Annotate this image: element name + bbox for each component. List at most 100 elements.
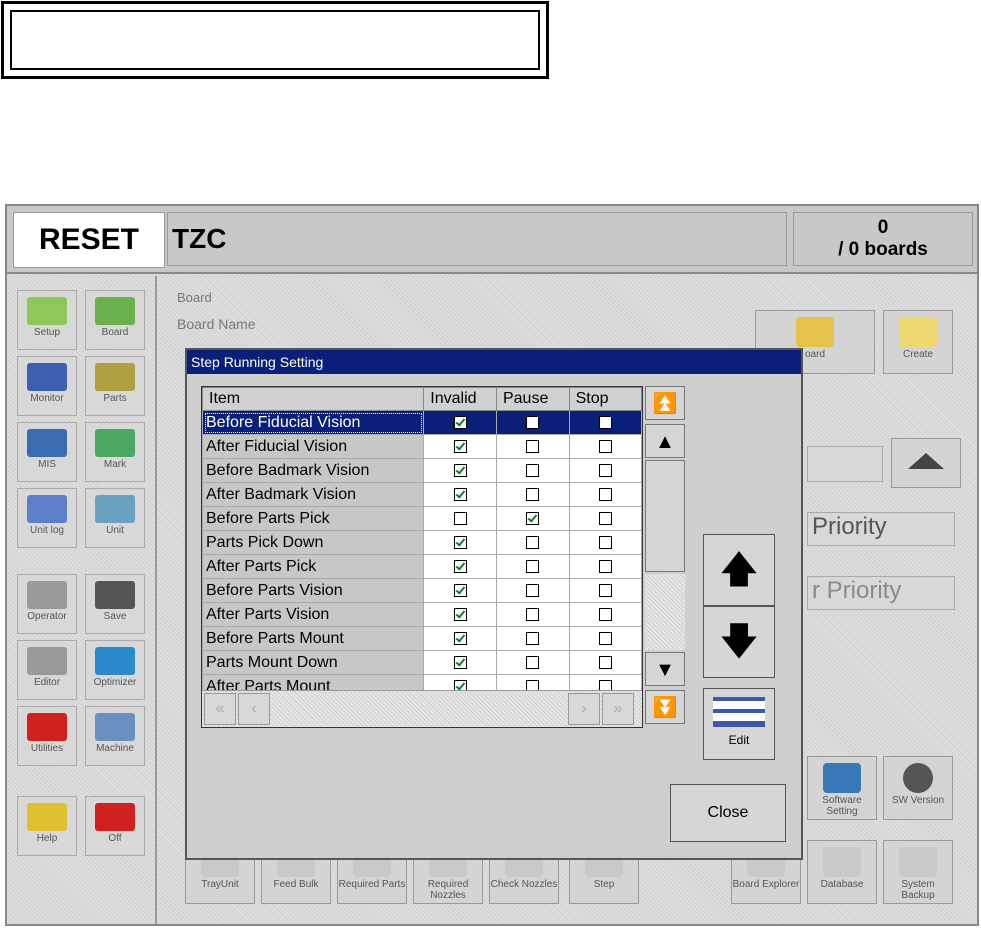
table-row[interactable]: Parts Pick Down xyxy=(202,530,642,555)
invalid-checkbox[interactable] xyxy=(453,559,467,573)
stop-checkbox[interactable] xyxy=(598,607,612,621)
sidebar-item-board[interactable]: Board xyxy=(85,290,145,350)
pause-checkbox[interactable] xyxy=(526,463,540,477)
table-row[interactable]: Before Badmark Vision xyxy=(202,458,642,483)
stop-checkbox[interactable] xyxy=(598,487,612,501)
sidebar-item-unit-log[interactable]: Unit log xyxy=(17,488,77,548)
scroll-last-icon[interactable]: » xyxy=(602,693,634,725)
invalid-checkbox[interactable] xyxy=(453,439,467,453)
priority-select-2[interactable]: r Priority xyxy=(807,576,955,610)
sidebar-item-setup[interactable]: Setup xyxy=(17,290,77,350)
table-row[interactable]: Before Parts Vision xyxy=(202,578,642,603)
stop-checkbox[interactable] xyxy=(598,631,612,645)
invalid-checkbox[interactable] xyxy=(453,607,467,621)
pause-checkbox[interactable] xyxy=(526,535,540,549)
scroll-right-icon[interactable]: › xyxy=(568,693,600,725)
sidebar-item-off[interactable]: Off xyxy=(85,796,145,856)
sidebar-item-utilities[interactable]: Utilities xyxy=(17,706,77,766)
sidebar-item-editor[interactable]: Editor xyxy=(17,640,77,700)
value-field[interactable] xyxy=(807,446,883,482)
sw-version-button[interactable]: SW Version xyxy=(883,756,953,820)
invalid-checkbox[interactable] xyxy=(453,511,467,525)
move-up-button[interactable]: 🡅 xyxy=(703,534,775,606)
priority-select[interactable]: Priority xyxy=(807,512,955,546)
sidebar-item-unit[interactable]: Unit xyxy=(85,488,145,548)
stop-checkbox[interactable] xyxy=(598,439,612,453)
scroll-track[interactable] xyxy=(645,574,685,650)
invalid-checkbox[interactable] xyxy=(453,583,467,597)
pause-checkbox[interactable] xyxy=(526,511,540,525)
step-item-name[interactable]: After Badmark Vision xyxy=(202,482,425,507)
invalid-checkbox[interactable] xyxy=(453,487,467,501)
sidebar-item-mark[interactable]: Mark xyxy=(85,422,145,482)
sidebar-item-monitor[interactable]: Monitor xyxy=(17,356,77,416)
close-button[interactable]: Close xyxy=(670,784,786,842)
pause-checkbox[interactable] xyxy=(526,559,540,573)
step-item-name[interactable]: Before Badmark Vision xyxy=(202,458,425,483)
stop-checkbox[interactable] xyxy=(598,511,612,525)
invalid-checkbox[interactable] xyxy=(453,463,467,477)
scroll-top-icon[interactable]: ⏫ xyxy=(645,386,685,420)
table-row[interactable]: Before Parts Pick xyxy=(202,506,642,531)
scroll-down-icon[interactable]: ▼ xyxy=(645,652,685,686)
step-item-name[interactable]: Before Parts Vision xyxy=(202,578,425,603)
pause-checkbox[interactable] xyxy=(526,439,540,453)
vertical-scrollbar[interactable]: ⏫ ▲ ▼ ⏬ xyxy=(645,386,685,728)
sidebar-item-save[interactable]: Save xyxy=(85,574,145,634)
step-item-name[interactable]: After Fiducial Vision xyxy=(202,434,425,459)
col-invalid[interactable]: Invalid xyxy=(423,387,497,411)
scroll-bottom-icon[interactable]: ⏬ xyxy=(645,690,685,724)
table-row[interactable]: Before Fiducial Vision xyxy=(202,410,642,435)
scroll-up-icon[interactable]: ▲ xyxy=(645,424,685,458)
pause-checkbox[interactable] xyxy=(526,607,540,621)
stop-checkbox[interactable] xyxy=(598,415,612,429)
stop-checkbox[interactable] xyxy=(598,463,612,477)
software-setting-button[interactable]: Software Setting xyxy=(807,756,877,820)
step-item-name[interactable]: After Parts Vision xyxy=(202,602,425,627)
step-item-name[interactable]: Before Fiducial Vision xyxy=(202,410,425,435)
table-row[interactable]: Parts Mount Down xyxy=(202,650,642,675)
pause-checkbox[interactable] xyxy=(526,583,540,597)
create-button[interactable]: Create xyxy=(883,310,953,374)
invalid-checkbox[interactable] xyxy=(453,631,467,645)
pause-checkbox[interactable] xyxy=(526,415,540,429)
stop-checkbox[interactable] xyxy=(598,535,612,549)
sidebar-item-operator[interactable]: Operator xyxy=(17,574,77,634)
table-row[interactable]: After Parts Vision xyxy=(202,602,642,627)
step-item-name[interactable]: Parts Pick Down xyxy=(202,530,425,555)
table-row[interactable]: Before Parts Mount xyxy=(202,626,642,651)
sidebar-item-mis[interactable]: MIS xyxy=(17,422,77,482)
table-row[interactable]: After Fiducial Vision xyxy=(202,434,642,459)
toolbar-button-database[interactable]: Database xyxy=(807,840,877,904)
col-stop[interactable]: Stop xyxy=(568,387,642,411)
table-row[interactable]: After Badmark Vision xyxy=(202,482,642,507)
scroll-thumb[interactable] xyxy=(645,460,685,572)
sidebar-item-machine[interactable]: Machine xyxy=(85,706,145,766)
sidebar-item-help[interactable]: Help xyxy=(17,796,77,856)
pause-checkbox[interactable] xyxy=(526,655,540,669)
horizontal-scrollbar[interactable]: « ‹ › » xyxy=(202,690,642,727)
scroll-first-icon[interactable]: « xyxy=(204,693,236,725)
pause-checkbox[interactable] xyxy=(526,631,540,645)
step-item-name[interactable]: Parts Mount Down xyxy=(202,650,425,675)
col-item[interactable]: Item xyxy=(202,387,425,411)
up-triangle-button[interactable] xyxy=(891,438,961,488)
step-item-name[interactable]: After Parts Pick xyxy=(202,554,425,579)
edit-button[interactable]: Edit xyxy=(703,688,775,760)
stop-checkbox[interactable] xyxy=(598,559,612,573)
move-down-button[interactable]: 🡇 xyxy=(703,606,775,678)
sidebar-item-parts[interactable]: Parts xyxy=(85,356,145,416)
reset-status[interactable]: RESET xyxy=(13,212,165,268)
col-pause[interactable]: Pause xyxy=(495,387,570,411)
toolbar-button-system-backup[interactable]: System Backup xyxy=(883,840,953,904)
pause-checkbox[interactable] xyxy=(526,487,540,501)
stop-checkbox[interactable] xyxy=(598,655,612,669)
stop-checkbox[interactable] xyxy=(598,583,612,597)
step-item-name[interactable]: Before Parts Mount xyxy=(202,626,425,651)
sidebar-item-optimizer[interactable]: Optimizer xyxy=(85,640,145,700)
invalid-checkbox[interactable] xyxy=(453,415,467,429)
invalid-checkbox[interactable] xyxy=(453,535,467,549)
table-row[interactable]: After Parts Pick xyxy=(202,554,642,579)
scroll-left-icon[interactable]: ‹ xyxy=(238,693,270,725)
invalid-checkbox[interactable] xyxy=(453,655,467,669)
